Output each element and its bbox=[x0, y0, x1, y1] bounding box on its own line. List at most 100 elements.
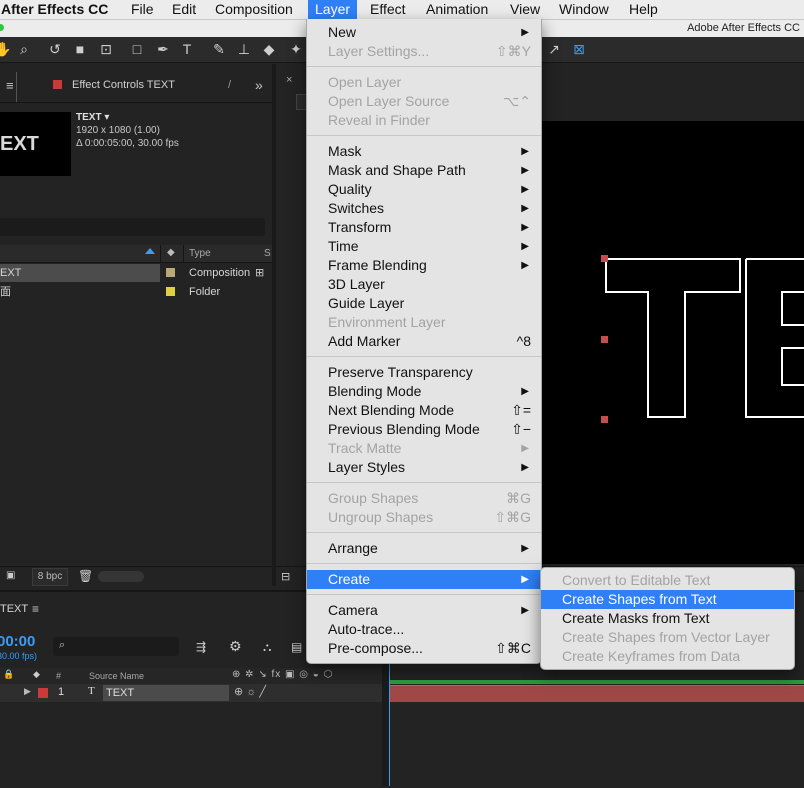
menu-item-create[interactable]: Create ▶ bbox=[307, 570, 541, 589]
lock-icon[interactable]: 🔒 bbox=[3, 669, 14, 680]
label-column-icon[interactable]: ◆ bbox=[167, 247, 175, 258]
search-icon: ⌕ bbox=[59, 639, 66, 651]
hand-tool-icon[interactable]: ✋ bbox=[0, 40, 12, 58]
timeline-search-input[interactable]: ⌕ bbox=[53, 637, 179, 656]
menu-window[interactable]: Window bbox=[552, 0, 616, 19]
menu-composition[interactable]: Composition bbox=[208, 0, 300, 19]
panel-overflow-icon[interactable]: » bbox=[255, 77, 263, 93]
menu-item-next-blending-mode[interactable]: Next Blending Mode ⇧= bbox=[307, 401, 541, 420]
zoom-tool-icon[interactable]: ⌕ bbox=[15, 40, 33, 58]
switches-column-icons[interactable]: ⊕ ✲ ↘ fx ▣ ◎ ◒ ⬡ bbox=[232, 669, 333, 680]
draft-3d-icon[interactable]: ⚙ bbox=[229, 638, 242, 655]
menu-item-time[interactable]: Time ▶ bbox=[307, 237, 541, 256]
menu-view[interactable]: View bbox=[503, 0, 547, 19]
type-column-header[interactable]: Type bbox=[189, 248, 211, 259]
label-tag-icon[interactable]: ◆ bbox=[33, 669, 40, 680]
menu-item-reveal-in-finder: Reveal in Finder bbox=[307, 111, 541, 130]
layer-duration-bar[interactable] bbox=[390, 685, 804, 702]
snapping-target-icon[interactable]: ⊠ bbox=[570, 40, 588, 58]
comp-mini-flowchart-icon[interactable]: ⇶ bbox=[196, 640, 206, 654]
size-column-header[interactable]: S bbox=[264, 248, 271, 259]
menu-item-camera[interactable]: Camera ▶ bbox=[307, 601, 541, 620]
menu-item-transform[interactable]: Transform ▶ bbox=[307, 218, 541, 237]
snap-icon[interactable]: ↗ bbox=[545, 40, 563, 58]
close-tab-icon[interactable]: × bbox=[286, 74, 292, 86]
menu-file[interactable]: File bbox=[124, 0, 161, 19]
layer-source-name[interactable]: TEXT bbox=[103, 685, 229, 701]
interpret-footage-icon[interactable]: ▣ bbox=[6, 570, 15, 581]
current-timecode[interactable]: 00:00 bbox=[0, 633, 35, 650]
composition-flowchart-icon[interactable]: ⊞ bbox=[255, 266, 264, 279]
menu-item-previous-blending-mode[interactable]: Previous Blending Mode ⇧− bbox=[307, 420, 541, 439]
eraser-tool-icon[interactable]: ◆ bbox=[260, 40, 278, 58]
timeline-menu-icon[interactable]: ≡ bbox=[32, 602, 39, 616]
pen-tool-icon[interactable]: ✒ bbox=[154, 40, 172, 58]
menu-item-preserve-transparency[interactable]: Preserve Transparency bbox=[307, 363, 541, 382]
mask-vertex-handle[interactable] bbox=[601, 416, 608, 423]
sort-ascending-icon[interactable] bbox=[145, 248, 155, 254]
menu-item-label: Camera bbox=[328, 602, 378, 618]
clone-stamp-tool-icon[interactable]: ⊥ bbox=[235, 40, 253, 58]
menu-item-label: Frame Blending bbox=[328, 257, 427, 273]
menu-item-auto-trace[interactable]: Auto-trace... bbox=[307, 620, 541, 639]
menu-help[interactable]: Help bbox=[622, 0, 665, 19]
mask-vertex-handle[interactable] bbox=[601, 255, 608, 262]
composition-viewer[interactable] bbox=[540, 121, 804, 564]
trash-icon[interactable]: 🗑 bbox=[78, 569, 93, 583]
menu-item-frame-blending[interactable]: Frame Blending ▶ bbox=[307, 256, 541, 275]
menu-item-quality[interactable]: Quality ▶ bbox=[307, 180, 541, 199]
menu-item-add-marker[interactable]: Add Marker ^8 bbox=[307, 332, 541, 351]
layer-switches[interactable]: ⊕ ☼ ╱ bbox=[234, 685, 266, 698]
timeline-layer-row[interactable]: ▶ 1 T TEXT ⊕ ☼ ╱ bbox=[0, 684, 382, 702]
menu-item-label: Open Layer bbox=[328, 74, 402, 90]
menu-item-switches[interactable]: Switches ▶ bbox=[307, 199, 541, 218]
menu-item-blending-mode[interactable]: Blending Mode ▶ bbox=[307, 382, 541, 401]
submenu-arrow-icon: ▶ bbox=[521, 260, 529, 271]
project-item[interactable]: 面 Folder bbox=[0, 283, 272, 301]
mask-vertex-handle[interactable] bbox=[601, 336, 608, 343]
menu-item-new[interactable]: New ▶ bbox=[307, 23, 541, 42]
bit-depth-button[interactable]: 8 bpc bbox=[32, 568, 68, 586]
timeline-comp-tab[interactable]: TEXT bbox=[0, 603, 28, 615]
panel-menu-icon[interactable]: ≡ bbox=[6, 78, 14, 93]
work-area-bar[interactable] bbox=[390, 680, 804, 684]
menu-item-arrange[interactable]: Arrange ▶ bbox=[307, 539, 541, 558]
brush-tool-icon[interactable]: ✎ bbox=[210, 40, 228, 58]
project-search-input[interactable] bbox=[0, 218, 265, 236]
menu-edit[interactable]: Edit bbox=[165, 0, 203, 19]
source-name-header[interactable]: Source Name bbox=[89, 671, 144, 681]
horizontal-scrollbar[interactable] bbox=[98, 571, 144, 582]
puppet-tool-icon[interactable]: ✦ bbox=[287, 40, 305, 58]
menu-item-mask[interactable]: Mask ▶ bbox=[307, 142, 541, 161]
pan-behind-tool-icon[interactable]: ⊡ bbox=[97, 40, 115, 58]
playhead[interactable] bbox=[389, 660, 390, 786]
expand-layer-icon[interactable]: ▶ bbox=[24, 686, 31, 697]
always-preview-icon[interactable]: ⊟ bbox=[281, 570, 290, 583]
menu-item-label: Mask bbox=[328, 143, 362, 159]
menu-app[interactable]: After Effects CC bbox=[0, 0, 115, 19]
menu-layer[interactable]: Layer bbox=[308, 0, 358, 19]
menu-item-mask-and-shape-path[interactable]: Mask and Shape Path ▶ bbox=[307, 161, 541, 180]
camera-tool-icon[interactable]: ■ bbox=[71, 40, 89, 58]
submenu-item-create-masks-from-text[interactable]: Create Masks from Text bbox=[541, 609, 794, 628]
tab-effect-controls[interactable]: Effect Controls TEXT bbox=[72, 79, 175, 91]
submenu-item-create-shapes-from-text[interactable]: Create Shapes from Text bbox=[541, 590, 794, 609]
type-tool-icon[interactable]: T bbox=[178, 40, 196, 58]
comp-name[interactable]: TEXT ▾ bbox=[76, 111, 179, 124]
project-item[interactable]: EXT Composition ⊞ bbox=[0, 264, 272, 282]
menu-effect[interactable]: Effect bbox=[363, 0, 413, 19]
rotate-tool-icon[interactable]: ↺ bbox=[46, 40, 64, 58]
menu-item-layer-styles[interactable]: Layer Styles ▶ bbox=[307, 458, 541, 477]
label-color-tan[interactable] bbox=[166, 268, 175, 277]
shy-layers-icon[interactable]: ⛬ bbox=[263, 640, 271, 655]
rectangle-tool-icon[interactable]: □ bbox=[128, 40, 146, 58]
menu-item-guide-layer[interactable]: Guide Layer bbox=[307, 294, 541, 313]
label-color-yellow[interactable] bbox=[166, 287, 175, 296]
menu-item-open-layer: Open Layer bbox=[307, 73, 541, 92]
frame-blending-icon[interactable]: ▤ bbox=[291, 640, 302, 654]
menu-item-pre-compose[interactable]: Pre-compose... ⇧⌘C bbox=[307, 639, 541, 658]
menu-animation[interactable]: Animation bbox=[419, 0, 495, 19]
menu-item-3d-layer[interactable]: 3D Layer bbox=[307, 275, 541, 294]
layer-label-color[interactable] bbox=[38, 688, 48, 698]
submenu-item-label: Create Masks from Text bbox=[562, 610, 710, 626]
